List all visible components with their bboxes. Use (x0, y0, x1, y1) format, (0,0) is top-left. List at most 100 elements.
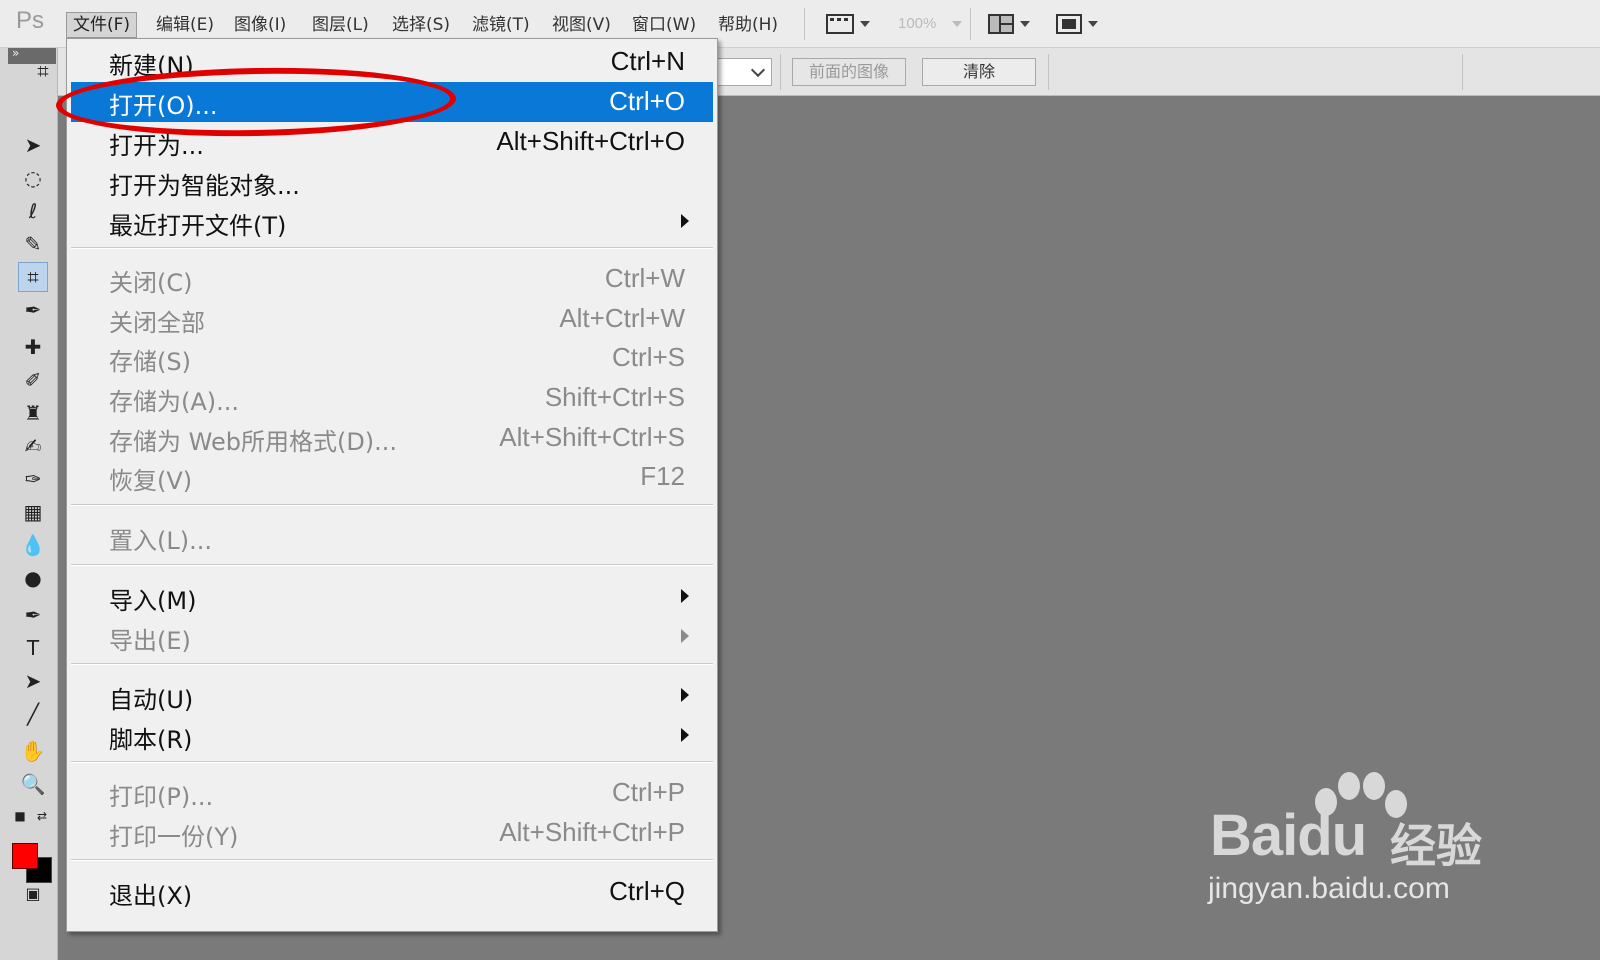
screen-mode-launcher[interactable] (826, 12, 870, 36)
brush-tool-icon[interactable]: ✐ (18, 365, 48, 395)
photoshop-logo: Ps (16, 7, 45, 34)
hand-tool-icon[interactable]: ✋ (18, 736, 48, 766)
type-tool-icon[interactable]: T (18, 633, 48, 663)
collapse-icon: » (12, 46, 20, 60)
menu-item-label: 导出(E) (109, 627, 191, 655)
menu-item-save-as: 存储为(A)... Shift+Ctrl+S (71, 378, 713, 418)
menu-item-shortcut: Ctrl+S (612, 342, 685, 372)
menu-item-import[interactable]: 导入(M) (71, 577, 713, 617)
menu-item-shortcut: Ctrl+O (609, 86, 685, 116)
marquee-tool-icon[interactable]: ◌ (18, 163, 48, 193)
submenu-arrow-icon (681, 728, 689, 742)
swap-colors-icon[interactable]: ⇄ (32, 806, 52, 826)
chevron-down-icon (750, 62, 766, 77)
menu-separator (71, 761, 713, 763)
menu-separator (71, 564, 713, 566)
history-brush-tool-icon[interactable]: ✍ (18, 431, 48, 461)
menu-item-open-as-smart-object[interactable]: 打开为智能对象... (71, 162, 713, 202)
menu-item-place: 置入(L)... (71, 517, 713, 557)
menu-item-shortcut: Alt+Shift+Ctrl+P (499, 817, 685, 847)
menu-item-shortcut: Alt+Shift+Ctrl+S (499, 422, 685, 452)
menu-window[interactable]: 窗口(W) (626, 12, 702, 38)
menu-item-recent-files[interactable]: 最近打开文件(T) (71, 202, 713, 242)
screen-mode-button[interactable] (1056, 12, 1098, 36)
front-image-button[interactable]: 前面的图像 (792, 58, 906, 86)
foreground-color-swatch[interactable] (12, 843, 38, 869)
menu-item-label: 打印(P)... (109, 783, 214, 811)
menu-item-exit[interactable]: 退出(X) Ctrl+Q (71, 872, 713, 912)
menu-separator (71, 247, 713, 249)
path-selection-tool-icon[interactable]: ➤ (18, 666, 48, 696)
eraser-tool-icon[interactable]: ✑ (18, 464, 48, 494)
toolbox-header[interactable]: » (8, 46, 56, 64)
dodge-tool-icon[interactable]: ● (18, 563, 48, 593)
submenu-arrow-icon (681, 214, 689, 228)
menu-separator (71, 663, 713, 665)
lasso-tool-icon[interactable]: ℓ (18, 196, 48, 226)
file-menu: 新建(N)... Ctrl+N 打开(O)... Ctrl+O 打开为... A… (66, 38, 718, 932)
quick-select-tool-icon[interactable]: ✎ (18, 229, 48, 259)
zoom-tool-icon[interactable]: 🔍 (18, 769, 48, 799)
menu-item-label: 关闭(C) (109, 269, 193, 297)
menu-item-label: 打印一份(Y) (109, 823, 239, 851)
menu-item-label: 最近打开文件(T) (109, 212, 287, 240)
menu-item-print: 打印(P)... Ctrl+P (71, 773, 713, 813)
menu-item-close-all: 关闭全部 Alt+Ctrl+W (71, 299, 713, 339)
menu-item-label: 恢复(V) (109, 467, 193, 495)
menu-item-print-one-copy: 打印一份(Y) Alt+Shift+Ctrl+P (71, 813, 713, 853)
line-tool-icon[interactable]: ╱ (18, 699, 48, 729)
menu-item-label: 置入(L)... (109, 527, 212, 555)
menu-item-label: 脚本(R) (109, 726, 193, 754)
options-separator (1462, 54, 1463, 90)
menu-item-label: 退出(X) (109, 882, 193, 910)
menubar-separator (804, 8, 805, 40)
menu-filter[interactable]: 滤镜(T) (466, 12, 536, 38)
menu-item-shortcut: F12 (640, 461, 685, 491)
watermark-brand-du: du (1297, 803, 1367, 868)
gradient-tool-icon[interactable]: ▦ (18, 497, 48, 527)
menu-item-export: 导出(E) (71, 617, 713, 657)
preset-dropdown[interactable] (712, 58, 772, 86)
move-tool-icon[interactable]: ➤ (18, 130, 48, 160)
menu-item-shortcut: Ctrl+N (610, 46, 685, 76)
menu-view[interactable]: 视图(V) (546, 12, 617, 38)
menu-item-shortcut: Shift+Ctrl+S (544, 382, 685, 412)
blur-tool-icon[interactable]: 💧 (18, 530, 48, 560)
menu-item-shortcut: Alt+Shift+Ctrl+O (496, 126, 685, 156)
menu-item-label: 打开为智能对象... (109, 172, 300, 200)
crop-tool-icon[interactable]: ⌗ (18, 262, 48, 292)
menu-item-automate[interactable]: 自动(U) (71, 676, 713, 716)
watermark-brand: Baidu (1210, 802, 1367, 869)
baidu-watermark: Baidu 经验 jingyan.baidu.com (1200, 772, 1500, 920)
menu-edit[interactable]: 编辑(E) (150, 12, 220, 38)
zoom-level[interactable]: 100% (898, 12, 936, 36)
menu-item-revert: 恢复(V) F12 (71, 457, 713, 497)
menu-separator (71, 859, 713, 861)
menu-item-shortcut: Ctrl+P (612, 777, 685, 807)
menu-select[interactable]: 选择(S) (386, 12, 456, 38)
chevron-down-icon (860, 21, 870, 27)
default-colors-icon[interactable]: ■ (10, 806, 30, 826)
menu-item-label: 存储为 Web所用格式(D)... (109, 428, 398, 456)
menu-item-shortcut: Ctrl+Q (609, 876, 685, 906)
menu-layer[interactable]: 图层(L) (306, 12, 375, 38)
menu-separator (71, 504, 713, 506)
menu-help[interactable]: 帮助(H) (712, 12, 784, 38)
menu-file[interactable]: 文件(F) (66, 12, 138, 38)
menubar-separator (970, 8, 971, 40)
menu-item-label: 导入(M) (109, 587, 197, 615)
menu-image[interactable]: 图像(I) (228, 12, 292, 38)
arrange-documents-button[interactable] (988, 12, 1030, 36)
eyedropper-tool-icon[interactable]: ✒ (18, 295, 48, 325)
clone-stamp-tool-icon[interactable]: ♜ (18, 398, 48, 428)
healing-brush-tool-icon[interactable]: ✚ (18, 332, 48, 362)
clear-button[interactable]: 清除 (922, 58, 1036, 86)
menu-item-shortcut: Ctrl+W (604, 263, 685, 293)
chevron-down-icon (1020, 21, 1030, 27)
submenu-arrow-icon (681, 629, 689, 643)
options-separator (780, 54, 781, 90)
menu-item-save: 存储(S) Ctrl+S (71, 338, 713, 378)
quick-mask-icon[interactable]: ▣ (18, 878, 48, 908)
menu-item-scripts[interactable]: 脚本(R) (71, 716, 713, 756)
pen-tool-icon[interactable]: ✒ (18, 600, 48, 630)
